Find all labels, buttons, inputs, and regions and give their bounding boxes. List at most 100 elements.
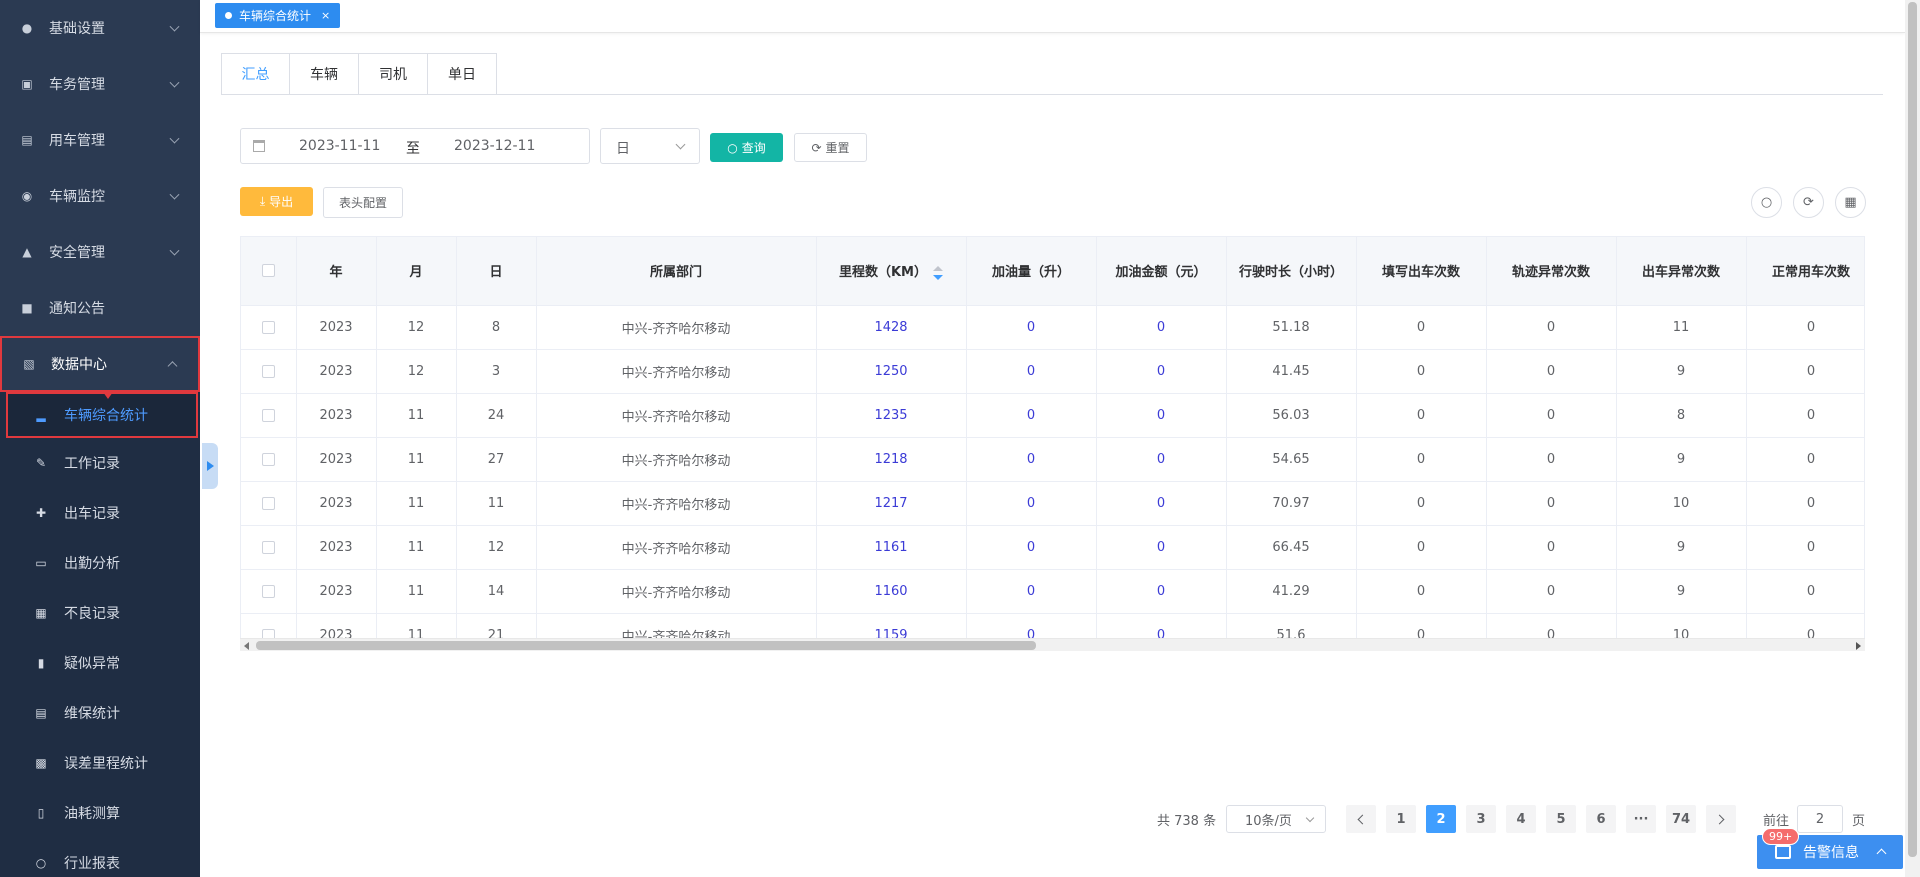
row-select-cell[interactable] (241, 481, 297, 526)
cell-mileage[interactable]: 1428 (816, 305, 967, 350)
cell-fuel[interactable]: 0 (966, 481, 1097, 526)
checkbox[interactable] (261, 496, 275, 510)
tag-vehicle-stats[interactable]: 车辆综合统计 × (215, 3, 341, 28)
sidebar-item-data-center[interactable]: ▧ 数据中心 (0, 336, 200, 392)
reset-button[interactable]: ⟳ 重置 (794, 133, 867, 162)
tab-vehicle[interactable]: 车辆 (290, 53, 359, 95)
page-button-current[interactable]: 2 (1426, 805, 1456, 833)
tab-driver[interactable]: 司机 (359, 53, 428, 95)
tab-single-day[interactable]: 单日 (428, 53, 497, 95)
sidebar-subitem-maintenance-stats[interactable]: ▤ 维保统计 (0, 688, 200, 738)
page-button[interactable]: 6 (1586, 805, 1616, 833)
sidebar-subitem-mileage-error[interactable]: ▩ 误差里程统计 (0, 738, 200, 788)
cell-fuel-cost[interactable]: 0 (1096, 349, 1227, 394)
page-size-select[interactable]: 10条/页 (1226, 805, 1326, 833)
sidebar-item-notice[interactable]: ■ 通知公告 (0, 280, 200, 336)
checkbox[interactable] (261, 584, 275, 598)
page-button[interactable]: 3 (1466, 805, 1496, 833)
checkbox[interactable] (261, 408, 275, 422)
row-select-cell[interactable] (241, 437, 297, 482)
table-row[interactable]: 2023 12 3 中兴-齐齐哈尔移动 1250 0 0 41.45 0 0 9 0 (241, 349, 1864, 394)
cell-mileage[interactable]: 1250 (816, 349, 967, 394)
sidebar-subitem-vehicle-stats[interactable]: ▂ 车辆综合统计 (6, 392, 198, 438)
more-pages-button[interactable]: ··· (1626, 805, 1656, 833)
sidebar-item-vehicle-affairs[interactable]: ▣ 车务管理 (0, 56, 200, 112)
column-config-button[interactable]: 表头配置 (323, 187, 403, 218)
page-button[interactable]: 1 (1386, 805, 1416, 833)
row-select-cell[interactable] (241, 349, 297, 394)
cell-mileage[interactable]: 1161 (816, 525, 967, 570)
query-button[interactable]: ○ 查询 (710, 133, 783, 162)
cell-fuel-cost[interactable]: 0 (1096, 305, 1227, 350)
cell-fuel[interactable]: 0 (966, 569, 1097, 614)
prev-page-button[interactable] (1346, 805, 1376, 833)
cell-fuel-cost[interactable]: 0 (1096, 569, 1227, 614)
scroll-right-icon[interactable] (1856, 642, 1861, 650)
cell-fuel-cost[interactable]: 0 (1096, 393, 1227, 438)
sidebar-item-basic-settings[interactable]: ● 基础设置 (0, 0, 200, 56)
export-button[interactable]: ⤓ 导出 (240, 187, 313, 216)
vertical-scrollbar[interactable] (1905, 0, 1920, 877)
sidebar-subitem-trip-records[interactable]: ✚ 出车记录 (0, 488, 200, 538)
granularity-select[interactable]: 日 (600, 128, 700, 164)
checkbox[interactable] (261, 320, 275, 334)
table-row[interactable]: 2023 11 12 中兴-齐齐哈尔移动 1161 0 0 66.45 0 0 9 0 (241, 525, 1864, 570)
checkbox[interactable] (261, 452, 275, 466)
close-icon[interactable]: × (321, 9, 330, 22)
cell-fuel[interactable]: 0 (966, 305, 1097, 350)
row-select-cell[interactable] (241, 393, 297, 438)
checkbox[interactable] (261, 264, 275, 278)
sort-icon[interactable] (933, 265, 943, 280)
cell-fuel[interactable]: 0 (966, 437, 1097, 482)
row-select-cell[interactable] (241, 305, 297, 350)
checkbox[interactable] (261, 364, 275, 378)
goto-page-input[interactable]: 2 (1797, 805, 1843, 833)
table-row[interactable]: 2023 11 14 中兴-齐齐哈尔移动 1160 0 0 41.29 0 0 9 0 (241, 569, 1864, 614)
row-select-cell[interactable] (241, 569, 297, 614)
horizontal-scrollbar[interactable] (240, 638, 1865, 651)
scrollbar-thumb[interactable] (256, 641, 1036, 650)
cell-fuel[interactable]: 0 (966, 349, 1097, 394)
refresh-button[interactable]: ⟳ (1793, 187, 1824, 218)
columns-toggle-button[interactable]: ▦ (1835, 187, 1866, 218)
next-page-button[interactable] (1706, 805, 1736, 833)
page-button[interactable]: 74 (1666, 805, 1696, 833)
cell-mileage[interactable]: 1235 (816, 393, 967, 438)
sidebar-subitem-fuel-calc[interactable]: ▯ 油耗测算 (0, 788, 200, 838)
cell-mileage[interactable]: 1218 (816, 437, 967, 482)
sidebar-subitem-industry-report[interactable]: ○ 行业报表 (0, 838, 200, 877)
cell-fuel-cost[interactable]: 0 (1096, 437, 1227, 482)
chevron-down-icon (169, 133, 180, 144)
header-mileage[interactable]: 里程数（KM） (816, 237, 967, 306)
sidebar-item-safety[interactable]: ▲ 安全管理 (0, 224, 200, 280)
end-date[interactable]: 2023-12-11 (454, 138, 535, 154)
sidebar-subitem-bad-records[interactable]: ▦ 不良记录 (0, 588, 200, 638)
sidebar-subitem-suspected-anomaly[interactable]: ▮ 疑似异常 (0, 638, 200, 688)
row-select-cell[interactable] (241, 525, 297, 570)
sidebar-item-vehicle-use[interactable]: ▤ 用车管理 (0, 112, 200, 168)
cell-fuel-cost[interactable]: 0 (1096, 481, 1227, 526)
cell-fuel[interactable]: 0 (966, 525, 1097, 570)
checkbox[interactable] (261, 540, 275, 554)
scrollbar-thumb[interactable] (1908, 2, 1917, 857)
cell-drive-hours: 41.45 (1226, 349, 1357, 394)
page-button[interactable]: 5 (1546, 805, 1576, 833)
select-all-cell[interactable] (241, 237, 297, 306)
sidebar-subitem-work-records[interactable]: ✎ 工作记录 (0, 438, 200, 488)
sidebar-item-vehicle-monitor[interactable]: ◉ 车辆监控 (0, 168, 200, 224)
search-toggle-button[interactable]: ○ (1751, 187, 1782, 218)
scroll-left-icon[interactable] (244, 642, 249, 650)
table-row[interactable]: 2023 11 27 中兴-齐齐哈尔移动 1218 0 0 54.65 0 0 9 0 (241, 437, 1864, 482)
table-row[interactable]: 2023 11 24 中兴-齐齐哈尔移动 1235 0 0 56.03 0 0 8 0 (241, 393, 1864, 438)
tab-summary[interactable]: 汇总 (221, 53, 290, 95)
start-date[interactable]: 2023-11-11 (299, 138, 380, 154)
cell-mileage[interactable]: 1217 (816, 481, 967, 526)
sidebar-subitem-attendance[interactable]: ▭ 出勤分析 (0, 538, 200, 588)
date-range-picker[interactable]: 2023-11-11 至 2023-12-11 (240, 128, 590, 164)
cell-mileage[interactable]: 1160 (816, 569, 967, 614)
cell-fuel-cost[interactable]: 0 (1096, 525, 1227, 570)
table-row[interactable]: 2023 11 11 中兴-齐齐哈尔移动 1217 0 0 70.97 0 0 10 0 (241, 481, 1864, 526)
page-button[interactable]: 4 (1506, 805, 1536, 833)
cell-fuel[interactable]: 0 (966, 393, 1097, 438)
table-row[interactable]: 2023 12 8 中兴-齐齐哈尔移动 1428 0 0 51.18 0 0 11 0 (241, 305, 1864, 350)
